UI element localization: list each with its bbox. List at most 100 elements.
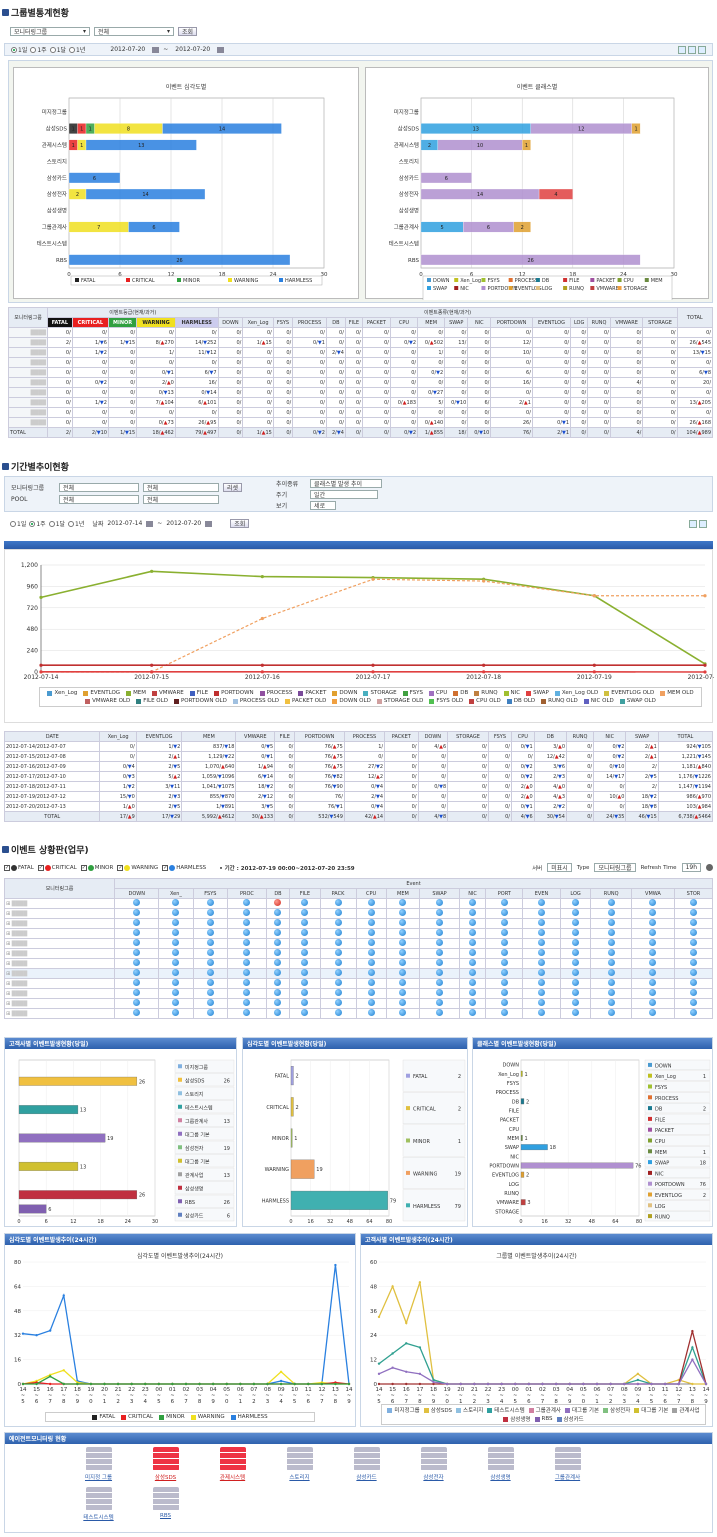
legend-swatch xyxy=(178,1145,182,1150)
search-button-2[interactable]: 조회 xyxy=(230,519,250,528)
table-cell: 0/ xyxy=(325,377,346,388)
period2-radio-2[interactable]: 1달 xyxy=(48,519,65,528)
kind-select[interactable]: 클래스별 발생 추이 xyxy=(310,479,383,488)
class-header: PACKET xyxy=(361,317,391,328)
period2-radio-1[interactable]: 1주 xyxy=(29,519,46,528)
board-group-cell[interactable]: ⊞ ████ xyxy=(4,948,115,959)
print-icon[interactable] xyxy=(688,45,696,54)
agent-item[interactable]: 삼성카드 xyxy=(333,1447,400,1481)
board-row: ⊞ ████ xyxy=(4,948,714,959)
agent-item[interactable]: 삼성전자 xyxy=(400,1447,467,1481)
date-to-2[interactable]: 2012-07-20 xyxy=(166,520,201,527)
type-select[interactable]: 모니터링그룹 xyxy=(594,863,636,872)
status-dot-icon xyxy=(172,1009,180,1016)
data-label: 2 xyxy=(526,1173,529,1179)
period2-radio-3[interactable]: 1년 xyxy=(68,519,84,528)
agent-item[interactable]: 삼성SDS xyxy=(132,1447,199,1481)
agent-item[interactable]: 테스트시스템 xyxy=(65,1487,132,1521)
legend-swatch xyxy=(563,278,568,282)
agent-item[interactable]: 삼성생명 xyxy=(467,1447,534,1481)
board-group-cell[interactable]: ⊞ ████ xyxy=(4,918,115,929)
table-cell: 0/ xyxy=(361,367,391,378)
y-tick-label: CRITICAL xyxy=(266,1105,289,1111)
group-cell: ████ xyxy=(7,327,49,338)
legend-swatch xyxy=(648,1214,652,1219)
legend-item: FATAL xyxy=(92,1414,115,1420)
x-tick-label: 0 xyxy=(419,272,423,278)
settings-icon[interactable] xyxy=(706,864,713,871)
col-header: SWAP xyxy=(625,731,659,742)
table-row: 2012-07-20/2012-07-13 1/▲0 2/▼5 1/▼891 3/▼5 0… xyxy=(3,801,714,812)
agent-item[interactable]: 미지정 그룹 xyxy=(65,1447,132,1481)
severity-checkbox-minor[interactable]: ✓ MINOR xyxy=(80,864,113,871)
table-cell: 0/ xyxy=(344,407,363,418)
data-point xyxy=(239,1382,242,1386)
save-icon[interactable] xyxy=(698,45,706,54)
server-select[interactable]: 미표시 xyxy=(547,863,572,872)
period-radio-2[interactable]: 1달 xyxy=(49,45,66,54)
board-cell xyxy=(590,1008,632,1019)
board-group-cell[interactable]: ⊞ ████ xyxy=(4,988,115,999)
table-cell: 0/▼1 xyxy=(510,801,535,812)
date-from[interactable]: 2012-07-20 xyxy=(107,45,148,54)
reset-button[interactable]: 리셋 xyxy=(223,483,243,492)
save-icon[interactable] xyxy=(699,519,707,528)
agent-item[interactable]: RBS xyxy=(132,1487,199,1521)
agent-item[interactable]: 그룹관계사 xyxy=(534,1447,601,1481)
excel-icon[interactable] xyxy=(689,519,697,528)
period-radio-1[interactable]: 1주 xyxy=(30,45,47,54)
board-group-cell[interactable]: ⊞ ████ xyxy=(4,978,115,989)
radio-label: 1년 xyxy=(75,521,85,528)
board-cell xyxy=(673,998,714,1009)
severity-checkbox-harmless[interactable]: ✓ HARMLESS xyxy=(162,864,206,871)
board-group-cell[interactable]: ⊞ ████ xyxy=(4,968,115,979)
status-dot-icon xyxy=(537,939,545,946)
status-dot-icon xyxy=(537,959,545,966)
board-cell xyxy=(559,998,592,1009)
board-group-cell[interactable]: ⊞ ████ xyxy=(4,938,115,949)
pool-select[interactable]: 전체 xyxy=(59,495,139,504)
calendar-icon[interactable] xyxy=(146,520,154,527)
agent-item[interactable]: 관제시스템 xyxy=(199,1447,266,1481)
cycle-select[interactable]: 일간 xyxy=(310,490,379,499)
board-group-cell[interactable]: ⊞ ████ xyxy=(4,958,115,969)
view-select[interactable]: 세로 xyxy=(310,501,337,510)
legend-swatch xyxy=(648,1203,652,1208)
board-group-cell[interactable]: ⊞ ████ xyxy=(4,1008,115,1019)
board-group-cell[interactable]: ⊞ ████ xyxy=(4,908,115,919)
period2-radio-0[interactable]: 1일 xyxy=(10,519,26,528)
class-events-bar-chart: 0 16 32 48 64 80DOWNXen_Log 1FSYSPROCESSDB 2FIL… xyxy=(489,1059,711,1225)
status-dot-icon xyxy=(206,959,214,966)
board-group-cell[interactable]: ⊞ ████ xyxy=(4,898,115,909)
severity-checkbox-fatal[interactable]: ✓ FATAL xyxy=(4,864,34,871)
legend-swatch xyxy=(506,698,512,704)
class-header: EVENTLOG xyxy=(531,317,572,328)
data-label: 19 xyxy=(107,1136,113,1142)
excel-icon[interactable] xyxy=(678,45,686,54)
board-group-cell[interactable]: ⊞ ████ xyxy=(4,928,115,939)
table-cell: 16/ xyxy=(174,377,219,388)
agent-item[interactable]: 스토리지 xyxy=(266,1447,333,1481)
group-value-select[interactable]: 전체 ▾ xyxy=(94,27,174,36)
period-radio-3[interactable]: 1년 xyxy=(69,45,85,54)
search-button[interactable]: 조회 xyxy=(178,27,198,36)
severity-checkbox-warning[interactable]: ✓ WARNING xyxy=(117,864,158,871)
date-to[interactable]: 2012-07-20 xyxy=(172,45,213,54)
group-select[interactable]: 모니터링그룹 ▾ xyxy=(10,27,90,36)
group-select-2[interactable]: 전체 xyxy=(59,483,139,492)
board-group-cell[interactable]: ⊞ ████ xyxy=(4,998,115,1009)
status-dot-icon xyxy=(537,1009,545,1016)
table-cell: 0/ xyxy=(107,387,138,398)
period-radio-0[interactable]: 1일 xyxy=(11,45,27,54)
legend-value: 2 xyxy=(458,1074,461,1080)
calendar-icon[interactable] xyxy=(217,46,225,53)
y-tick-label: 삼성SDS xyxy=(46,125,68,133)
calendar-icon[interactable] xyxy=(205,520,213,527)
severity-checkbox-critical[interactable]: ✓ CRITICAL xyxy=(37,864,77,871)
calendar-icon[interactable] xyxy=(152,46,160,53)
date-from-2[interactable]: 2012-07-14 xyxy=(107,520,142,527)
pool-value-select[interactable]: 전체 xyxy=(143,495,219,504)
refresh-select[interactable]: 19h xyxy=(681,863,701,872)
group-value-select-2[interactable]: 전체 xyxy=(143,483,219,492)
total-cell: 30/▲133 xyxy=(235,811,276,822)
